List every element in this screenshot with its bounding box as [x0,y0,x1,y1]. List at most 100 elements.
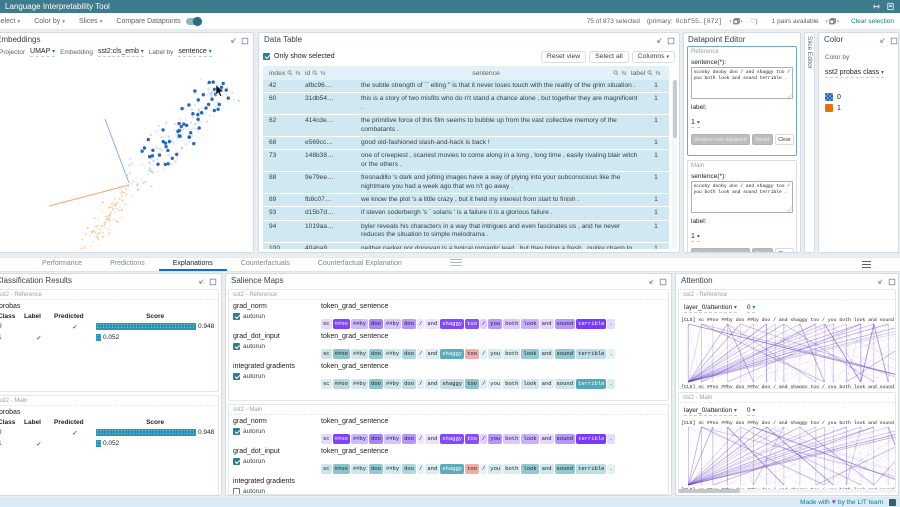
table-row[interactable]: 93d15b7d…if steven soderbergh 's ` solar… [263,207,669,220]
embedding-select[interactable]: sst2:cls_emb ▾ [98,48,144,57]
table-row[interactable]: 42afbc96…the subtle strength of `` ellin… [263,80,669,93]
minimize-icon[interactable] [229,36,237,44]
col-label[interactable]: label [631,70,669,77]
search-icon[interactable] [647,70,653,76]
label-select[interactable]: 1 ▾ [691,119,700,128]
salience-token[interactable]: doo [402,319,416,329]
salience-token[interactable]: you [488,319,502,329]
salience-token[interactable]: terrible [576,319,606,329]
salience-token[interactable]: you [488,349,502,359]
salience-token[interactable]: sc [321,319,332,329]
salience-token[interactable]: sc [321,434,332,444]
col-sentence[interactable]: sentence [361,70,631,77]
only-show-selected-checkbox[interactable] [263,53,270,60]
reset-button[interactable]: Reset [752,134,773,145]
salience-token[interactable]: sound [555,379,576,389]
table-row[interactable]: 889e79ee…fresnadillo 's dark and jolting… [263,172,669,194]
salience-token[interactable]: both [503,319,520,329]
select-menu[interactable]: Select ▾ [0,18,20,25]
reset-view-button[interactable]: Reset view [541,51,586,63]
maximize-icon[interactable] [241,36,249,44]
projector-select[interactable]: UMAP ▾ [30,48,55,57]
table-row[interactable]: 6031db54…this is a story of two misfits … [263,93,669,115]
prev-datapoint-icon[interactable]: ‹ [729,18,731,25]
autorun-checkbox[interactable] [233,488,240,495]
sentence-textarea[interactable]: scooby dooby doo / and shaggy too / you … [691,181,793,213]
label-select[interactable]: 1 ▾ [691,233,700,242]
analyze-new-datapoint-button[interactable]: Analyze new datapoint [691,248,750,253]
search-icon[interactable] [312,70,318,76]
color-by-menu[interactable]: Color by ▾ [34,18,65,25]
salience-token[interactable]: ##oo [333,434,350,444]
salience-token[interactable]: / [417,434,424,444]
salience-token[interactable]: ##by [384,434,401,444]
salience-token[interactable]: doo [402,349,416,359]
salience-token[interactable]: sc [321,379,332,389]
salience-token[interactable]: ##by [384,379,401,389]
sort-icon[interactable] [320,70,326,76]
salience-token[interactable]: both [503,379,520,389]
salience-token[interactable]: doo [402,434,416,444]
salience-token[interactable]: and [425,434,439,444]
umap-scatter-plot[interactable] [0,63,253,251]
salience-token[interactable]: too [465,379,479,389]
salience-token[interactable]: . [607,434,614,444]
salience-token[interactable]: and [425,349,439,359]
salience-token[interactable]: and [425,319,439,329]
tab-predictions[interactable]: Predictions [96,258,159,271]
search-icon[interactable] [287,70,293,76]
salience-token[interactable]: doo [369,349,383,359]
salience-token[interactable]: too [465,434,479,444]
vertical-scrollbar[interactable] [672,80,677,249]
horizontal-scrollbar[interactable] [678,489,896,493]
color-by-select[interactable]: sst2 probas class ▾ [825,69,884,78]
salience-token[interactable]: / [417,319,424,329]
salience-token[interactable]: look [521,434,538,444]
analyze-new-datapoint-button[interactable]: Analyze new datapoint [691,134,750,145]
resize-drag-handle[interactable] [450,259,462,266]
salience-token[interactable]: and [540,434,554,444]
salience-token[interactable]: sc [321,464,332,474]
clear-selection-link[interactable]: Clear selection [851,18,894,25]
salience-token[interactable]: and [540,319,554,329]
salience-token[interactable]: shaggy [440,319,464,329]
salience-token[interactable]: both [503,349,520,359]
hamburger-menu-icon[interactable] [862,261,871,268]
salience-token[interactable]: and [425,464,439,474]
tab-counterfactuals[interactable]: Counterfactuals [227,258,304,271]
salience-token[interactable]: too [465,464,479,474]
next-pair-icon[interactable]: › [837,18,839,25]
salience-token[interactable]: / [480,319,487,329]
salience-token[interactable]: both [503,434,520,444]
salience-token[interactable]: sc [321,349,332,359]
slice-editor-tab[interactable]: Slice Editor [804,32,815,253]
maximize-icon[interactable] [888,277,896,285]
maximize-icon[interactable] [659,277,667,285]
tab-counterfactual-explanation[interactable]: Counterfactual Explanation [304,258,416,271]
salience-token[interactable]: terrible [576,464,606,474]
table-row[interactable]: 10040aba9…neither parker nor donovan is … [263,243,669,249]
label-by-select[interactable]: sentence ▾ [178,48,211,57]
salience-token[interactable]: look [521,349,538,359]
minimize-icon[interactable] [878,36,886,44]
sort-icon[interactable] [295,70,301,76]
salience-token[interactable]: shaggy [440,464,464,474]
salience-token[interactable]: . [607,464,614,474]
salience-token[interactable]: ##by [351,319,368,329]
table-row[interactable]: 89fb8c07…we know the plot 's a little cr… [263,194,669,207]
salience-token[interactable]: sound [555,464,576,474]
salience-token[interactable]: sound [555,319,576,329]
salience-token[interactable]: / [480,379,487,389]
col-id[interactable]: id [305,70,361,77]
minimize-icon[interactable] [655,36,663,44]
pair-copy-icon[interactable] [829,18,836,25]
tab-explanations[interactable]: Explanations [159,258,227,271]
minimize-icon[interactable] [647,277,655,285]
slices-menu[interactable]: Slices ▾ [79,18,102,25]
maximize-icon[interactable] [667,36,675,44]
salience-token[interactable]: ##by [384,319,401,329]
salience-token[interactable]: / [417,379,424,389]
next-datapoint-icon[interactable]: › [741,18,743,25]
autorun-checkbox[interactable] [233,343,240,350]
clear-button[interactable]: Clear [775,248,794,253]
